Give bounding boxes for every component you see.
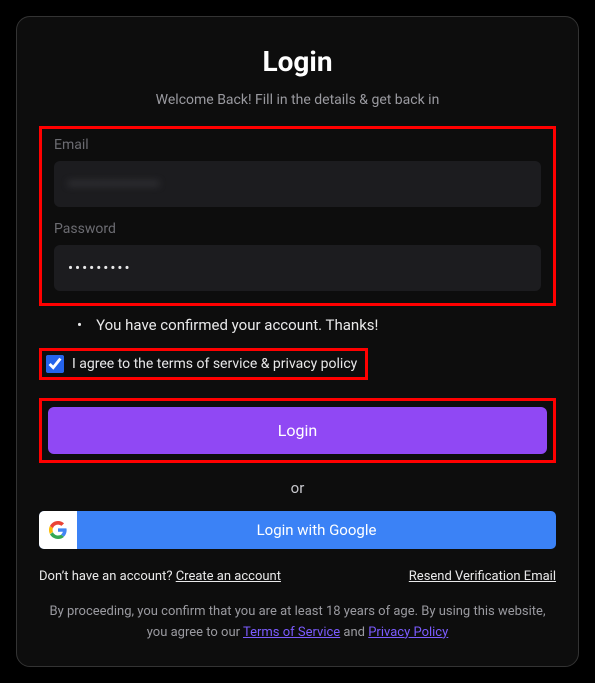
privacy-link[interactable]: Privacy Policy xyxy=(368,625,448,640)
page-subtitle: Welcome Back! Fill in the details & get … xyxy=(39,92,556,108)
google-login-button[interactable]: Login with Google xyxy=(39,511,556,549)
resend-verification-link[interactable]: Resend Verification Email xyxy=(409,569,556,584)
login-button-highlight: Login xyxy=(39,398,556,463)
tos-link[interactable]: Terms of Service xyxy=(243,625,340,640)
no-account-text: Don’t have an account? Create an account xyxy=(39,569,281,584)
agree-highlight: I agree to the terms of service & privac… xyxy=(39,348,368,380)
agree-label: I agree to the terms of service & privac… xyxy=(72,356,357,372)
password-label: Password xyxy=(54,221,541,237)
google-icon xyxy=(39,511,77,549)
password-field[interactable] xyxy=(54,245,541,291)
confirmed-message: You have confirmed your account. Thanks! xyxy=(77,316,556,334)
create-account-link[interactable]: Create an account xyxy=(176,569,281,584)
email-label: Email xyxy=(54,137,541,153)
agree-checkbox[interactable] xyxy=(46,355,64,373)
login-card: Login Welcome Back! Fill in the details … xyxy=(16,16,579,667)
page-title: Login xyxy=(39,45,556,78)
credentials-highlight: Email •••••••••••••••••• Password xyxy=(39,126,556,306)
login-button[interactable]: Login xyxy=(48,407,547,454)
email-field[interactable]: •••••••••••••••••• xyxy=(54,161,541,207)
google-button-label: Login with Google xyxy=(77,521,556,539)
disclaimer-text: By proceeding, you confirm that you are … xyxy=(39,602,556,644)
secondary-links-row: Don’t have an account? Create an account… xyxy=(39,569,556,584)
or-divider: or xyxy=(39,479,556,497)
